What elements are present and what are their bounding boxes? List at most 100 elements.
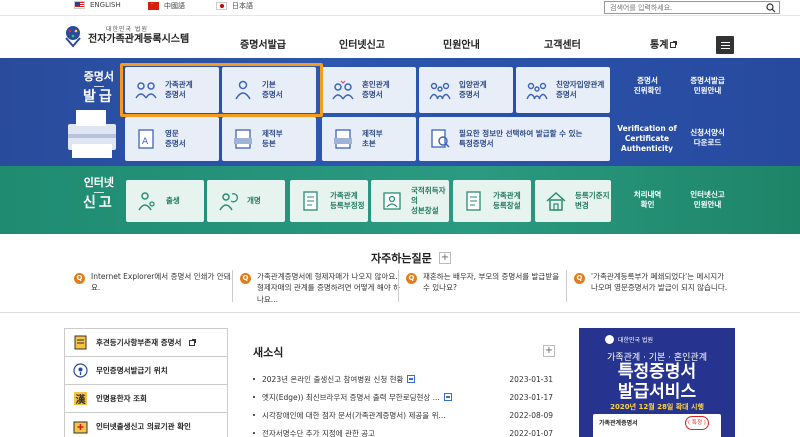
tile-basic-cert[interactable]: 기본 증명서: [222, 67, 316, 113]
faq-item-text: 가족관계증명서에 형제자매가 나오지 않아요. 형제자매의 관계를 증명하려면 …: [257, 272, 401, 304]
link-report-civil-guide[interactable]: 인터넷신고 민원안내: [680, 190, 735, 210]
nav-civil-guide[interactable]: 민원안내: [443, 36, 480, 51]
tile-specific-cert[interactable]: 필요한 정보만 선택하여 발급할 수 있는 특정증명서: [419, 117, 610, 161]
logo-title: 전자가족관계등록시스템: [88, 33, 190, 45]
banner-org: 대한민국 법원: [618, 337, 654, 344]
tile-rename-report[interactable]: 개명: [207, 180, 285, 222]
house-icon: [546, 191, 566, 211]
court-emblem-icon: [605, 335, 614, 344]
quick-label: 후견등기사항부존재 증명서: [96, 338, 182, 347]
news-more-button[interactable]: +: [543, 345, 555, 357]
tile-label: 친양자입양관계 증명서: [556, 80, 605, 99]
search-input[interactable]: [605, 3, 755, 12]
external-link-icon: [189, 339, 197, 346]
tile-label: 필요한 정보만 선택하여 발급할 수 있는 특정증명서: [459, 129, 583, 148]
banner-card-badge: ( 특정 ): [685, 416, 709, 430]
tile-marriage-cert[interactable]: 혼인관계 증명서: [322, 67, 416, 113]
birth-icon: [138, 192, 155, 211]
tile-full-adoption-cert[interactable]: 친양자입양관계 증명서: [516, 67, 610, 113]
news-item[interactable]: 2023년 온라인 출생신고 참여병원 신청 현황 2023-01-31: [253, 370, 553, 388]
china-flag-icon: [148, 2, 159, 10]
hospital-icon: [73, 421, 88, 434]
nav-statistics[interactable]: 통계: [650, 36, 678, 51]
news-item[interactable]: 시각장애인에 대한 점자 문서(가족관계증명서) 제공을 위... 2022-0…: [253, 406, 553, 424]
news-item[interactable]: 전자서명수단 추가 지정에 관한 공고 2022-01-07: [253, 424, 553, 437]
link-cert-civil-guide[interactable]: 증명서발급 민원안내: [680, 76, 735, 96]
specific-cert-banner[interactable]: 대한민국 법원 가족관계 · 기본 · 혼인관계 특정증명서 발급서비스 202…: [579, 328, 735, 437]
tile-label: 출생: [166, 196, 180, 206]
tile-label: 제적부 등본: [262, 129, 283, 148]
certificate-band: 증명서 발급 가족관계 증명서 기본 증명서 혼인관계 증명서 입양관계 증명서…: [0, 58, 800, 166]
banner-card: 가족관계증명서 ( 특정 ): [593, 414, 721, 437]
menu-button[interactable]: [716, 36, 734, 54]
link-cert-verification[interactable]: 증명서 진위확인: [620, 76, 675, 96]
certificate-icon: [74, 335, 87, 350]
site-header: 대한민국 법원 전자가족관계등록시스템 증명서발급 인터넷신고 민원안내 고객센…: [0, 17, 800, 58]
japan-flag-icon: [216, 2, 227, 10]
tile-label: 가족관계 등록부정정: [330, 191, 365, 210]
faq-item[interactable]: Q '가족관계등록부가 폐쇄되었다'는 메시지가 나오며 영문증명서가 발급이 …: [574, 271, 730, 294]
tile-registry-correction[interactable]: 가족관계 등록부정정: [290, 180, 368, 222]
banner-date: 2020년 12월 28일 확대 시행: [610, 403, 704, 411]
lang-chinese-label: 中國語: [164, 2, 185, 10]
link-process-history[interactable]: 처리내역 확인: [620, 190, 675, 210]
tile-label: 영문 증명서: [165, 129, 186, 148]
new-badge-icon: [443, 393, 452, 401]
quick-menu: 후견등기사항부존재 증명서 무인증명서발급기 위치 漢 인명용한자 조회 인터넷…: [64, 328, 228, 437]
quick-label: 무인증명서발급기 위치: [96, 366, 168, 375]
printer-icon: [68, 110, 116, 158]
tile-nationality-surname[interactable]: 국적취득자의 성본창설: [371, 180, 449, 222]
tile-birth-report[interactable]: 출생: [126, 180, 204, 222]
lang-japanese[interactable]: 日本語: [216, 1, 253, 11]
person-icon: [235, 80, 251, 100]
link-cert-authenticity-en[interactable]: Verification of Certificate Authenticity: [616, 124, 678, 154]
tile-adoption-cert[interactable]: 입양관계 증명서: [419, 67, 513, 113]
top-utility-bar: ENGLISH 中國語 日本語: [0, 0, 800, 16]
nav-certificate[interactable]: 증명서발급: [240, 36, 286, 51]
faq-item[interactable]: Q 재혼하는 배우자, 부모의 증명서를 발급받을 수 있나요?: [406, 271, 566, 294]
faq-item-text: '가족관계등록부가 폐쇄되었다'는 메시지가 나오며 영문증명서가 발급이 되지…: [591, 272, 728, 293]
search-box: [604, 1, 780, 14]
news-item-date: 2022-08-09: [509, 410, 553, 420]
site-logo[interactable]: 대한민국 법원 전자가족관계등록시스템: [62, 24, 189, 48]
banner-card-label: 가족관계증명서: [599, 420, 638, 427]
faq-item-text: 재혼하는 배우자, 부모의 증명서를 발급받을 수 있나요?: [423, 272, 560, 293]
faq-more-button[interactable]: +: [439, 252, 451, 264]
nav-internet-report[interactable]: 인터넷신고: [339, 36, 385, 51]
location-icon: [73, 363, 88, 378]
tile-register-copy[interactable]: 제적부 등본: [222, 117, 316, 161]
link-form-download[interactable]: 신청서양식 다운로드: [680, 128, 735, 148]
tile-label: 가족관계 증명서: [165, 80, 193, 99]
news-item-date: 2023-01-31: [509, 374, 553, 384]
news-item[interactable]: 엣지(Edge)) 최신브라우저 증명서 출력 무한로딩현상 ... 2023-…: [253, 388, 553, 406]
nav-statistics-label: 통계: [650, 40, 669, 51]
quick-kiosk-location[interactable]: 무인증명서발급기 위치: [65, 357, 227, 385]
new-badge-icon: [407, 375, 416, 383]
quick-hanja-search[interactable]: 漢 인명용한자 조회: [65, 385, 227, 413]
faq-item[interactable]: Q Internet Explorer에서 증명서 인쇄가 안돼요.: [74, 271, 239, 294]
internet-report-band: 인터넷 신고 출생 개명 가족관계 등록부정정 국적취득자의 성본창설 가족관계…: [0, 166, 800, 234]
faq-item[interactable]: Q 가족관계증명서에 형제자매가 나오지 않아요. 형제자매의 관계를 증명하려…: [240, 271, 405, 305]
english-doc-icon: A: [138, 129, 154, 149]
us-flag-icon: [74, 1, 85, 9]
tile-label: 가족관계 등록창설: [493, 191, 521, 210]
news-item-text: 엣지(Edge)) 최신브라우저 증명서 출력 무한로딩현상 ...: [262, 392, 440, 402]
nav-customer-center[interactable]: 고객센터: [544, 36, 581, 51]
tile-register-extract[interactable]: 제적부 초본: [322, 117, 416, 161]
search-icon[interactable]: [766, 3, 776, 13]
news-item-text: 시각장애인에 대한 점자 문서(가족관계증명서) 제공을 위...: [262, 410, 446, 420]
quick-hospital-check[interactable]: 인터넷출생신고 의료기관 확인: [65, 413, 227, 437]
adoption-icon: [429, 82, 451, 100]
tile-label: 입양관계 증명서: [459, 80, 487, 99]
tile-registry-creation[interactable]: 가족관계 등록창설: [453, 180, 531, 222]
question-icon: Q: [240, 273, 251, 284]
tile-family-relation-cert[interactable]: 가족관계 증명서: [125, 67, 219, 113]
marriage-icon: [332, 80, 354, 100]
lang-english[interactable]: ENGLISH: [74, 1, 121, 9]
search-doc-icon: [431, 129, 450, 148]
banner-main-title: 특정증명서 발급서비스: [579, 362, 735, 402]
tile-registry-base-change[interactable]: 등록기준지 변경: [535, 180, 611, 222]
quick-guardianship-cert[interactable]: 후견등기사항부존재 증명서: [65, 329, 227, 357]
lang-chinese[interactable]: 中國語: [148, 1, 185, 11]
tile-english-cert[interactable]: A 영문 증명서: [125, 117, 219, 161]
